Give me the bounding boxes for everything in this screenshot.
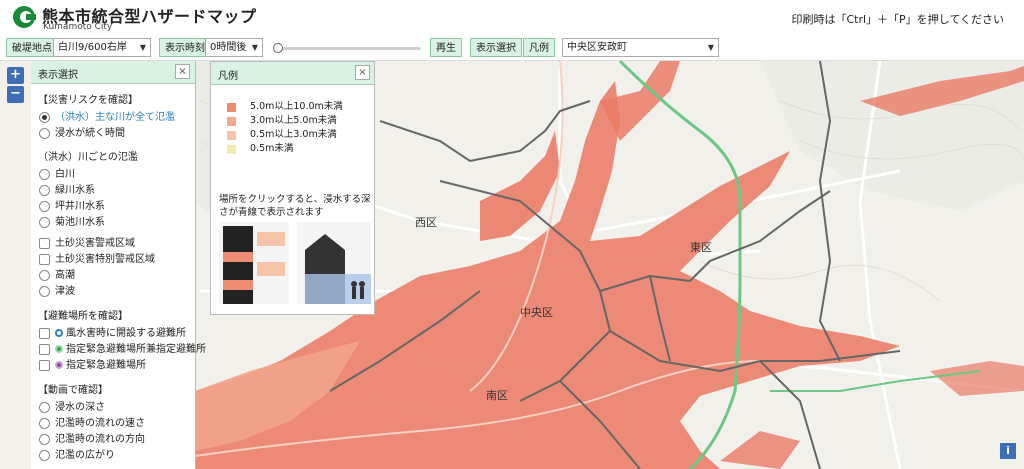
slider-thumb[interactable] [273, 43, 283, 53]
radio-icon [39, 418, 50, 429]
legend-item: 5.0m以上10.0m未満 [211, 100, 374, 114]
checkbox-icon [39, 360, 50, 371]
print-hint: 印刷時は「Ctrl」＋「P」を押してください [791, 13, 1004, 26]
check-landslide-special[interactable]: 土砂災害特別警戒区域 [38, 252, 195, 267]
radio-icon [39, 128, 50, 139]
section-video: 【動画で確認】 [38, 385, 108, 396]
radio-icon [39, 201, 50, 212]
close-icon[interactable]: × [355, 65, 370, 80]
app-subtitle: Kumamoto City [43, 22, 113, 32]
shelter-marker-icon [55, 361, 63, 369]
checkbox-icon [39, 328, 50, 339]
radio-tsunami[interactable]: 津波 [38, 284, 195, 299]
check-landslide-warning[interactable]: 土砂災害警戒区域 [38, 236, 195, 251]
legend-note: 場所をクリックすると、浸水する深さが青線で表示されます [219, 194, 371, 218]
checkbox-icon [39, 254, 50, 265]
map-label-central: 中央区 [520, 306, 553, 319]
play-button[interactable]: 再生 [430, 38, 462, 57]
display-time-label: 表示時刻 [159, 38, 211, 57]
chevron-down-icon: ▼ [139, 43, 146, 52]
panel-header: 表示選択 × [31, 61, 195, 84]
legend-button[interactable]: 凡例 [523, 38, 555, 57]
radio-main-rivers[interactable]: （洪水）主な川が全て氾濫 [38, 110, 195, 125]
check-shelter-emergency[interactable]: 指定緊急避難場所 [38, 358, 195, 373]
radio-shirakawa[interactable]: 白川 [38, 167, 195, 182]
flood-depth-illustration-icon [219, 222, 371, 304]
display-time-select[interactable]: 0時間後 ▼ [205, 38, 263, 57]
time-slider[interactable] [273, 43, 421, 53]
map-label-east: 東区 [690, 241, 712, 254]
section-shelter: 【避難場所を確認】 [38, 311, 128, 322]
radio-video-direction[interactable]: 氾濫時の流れの方向 [38, 432, 195, 447]
radio-flood-duration[interactable]: 浸水が続く時間 [38, 126, 195, 141]
radio-icon [39, 402, 50, 413]
radio-icon [39, 169, 50, 180]
city-logo-icon [13, 6, 36, 28]
radio-kikuchigawa[interactable]: 菊池川水系 [38, 215, 195, 230]
radio-icon [39, 286, 50, 297]
toolbar: 破堤地点 白川9/600右岸 ▼ 表示時刻 0時間後 ▼ 再生 表示選択 凡例 … [0, 36, 1024, 61]
panel-title: 表示選択 [38, 70, 78, 81]
info-button[interactable]: i [1000, 443, 1016, 459]
display-select-button[interactable]: 表示選択 [470, 38, 522, 57]
radio-icon [39, 185, 50, 196]
radio-icon [39, 434, 50, 445]
radio-video-speed[interactable]: 氾濫時の流れの速さ [38, 416, 195, 431]
legend-item: 3.0m以上5.0m未満 [211, 114, 374, 128]
legend-title: 凡例 [218, 71, 238, 82]
check-shelter-designated[interactable]: 指定緊急避難場所兼指定避難所 [38, 342, 206, 357]
check-shelter-storm[interactable]: 風水害時に開設する避難所 [38, 326, 195, 341]
chevron-down-icon: ▼ [251, 43, 258, 52]
section-risk: 【災害リスクを確認】 [38, 95, 138, 106]
radio-video-depth[interactable]: 浸水の深さ [38, 400, 195, 415]
header: 熊本市統合型ハザードマップ Kumamoto City 印刷時は「Ctrl」＋「… [0, 0, 1024, 36]
close-icon[interactable]: × [175, 64, 190, 79]
breach-point-select[interactable]: 白川9/600右岸 ▼ [53, 38, 151, 57]
legend-swatch [227, 145, 236, 154]
checkbox-icon [39, 238, 50, 249]
area-value: 中央区安政町 [567, 42, 627, 53]
display-select-panel: 表示選択 × 【災害リスクを確認】 （洪水）主な川が全て氾濫 浸水が続く時間 （… [31, 61, 206, 469]
slider-track [279, 47, 421, 50]
legend-swatch [227, 117, 236, 126]
chevron-down-icon: ▼ [707, 43, 714, 52]
legend-item: 0.5m以上3.0m未満 [211, 128, 374, 142]
section-river: （洪水）川ごとの氾濫 [38, 152, 138, 163]
radio-icon [39, 450, 50, 461]
radio-storm-surge[interactable]: 高潮 [38, 268, 195, 283]
radio-midorikawa[interactable]: 緑川水系 [38, 183, 195, 198]
radio-on-icon [39, 112, 50, 123]
legend-panel: 凡例 × 5.0m以上10.0m未満 3.0m以上5.0m未満 0.5m以上3.… [210, 61, 375, 315]
map-label-south: 南区 [486, 389, 508, 402]
display-time-value: 0時間後 [210, 42, 247, 53]
zoom-out-button[interactable]: − [7, 86, 24, 103]
radio-icon [39, 217, 50, 228]
breach-point-value: 白川9/600右岸 [58, 42, 127, 53]
shelter-marker-icon [55, 329, 63, 337]
legend-header: 凡例 × [211, 62, 374, 85]
zoom-in-button[interactable]: + [7, 67, 24, 84]
legend-swatch [227, 103, 236, 112]
map-label-west: 西区 [415, 216, 437, 229]
legend-swatch [227, 131, 236, 140]
area-select[interactable]: 中央区安政町 ▼ [562, 38, 719, 57]
checkbox-icon [39, 344, 50, 355]
breach-point-label: 破堤地点 [6, 38, 58, 57]
radio-tsuboigawa[interactable]: 坪井川水系 [38, 199, 195, 214]
legend-item: 0.5m未満 [211, 142, 374, 156]
shelter-marker-icon [55, 345, 63, 353]
radio-video-spread[interactable]: 氾濫の広がり [38, 448, 195, 463]
radio-icon [39, 270, 50, 281]
